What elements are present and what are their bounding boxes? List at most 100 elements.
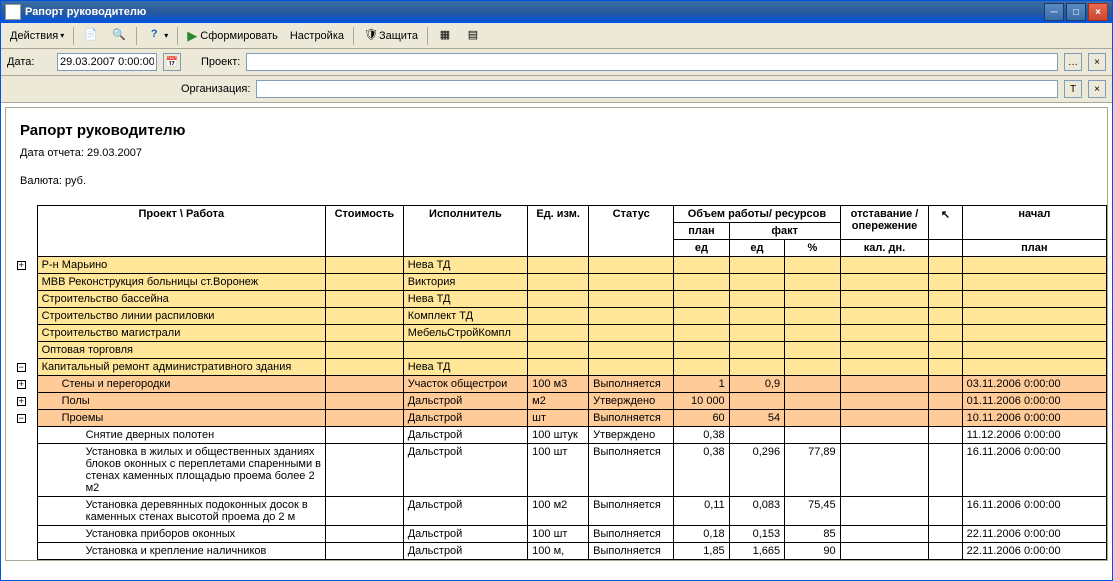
cell-unit: м2: [528, 393, 589, 410]
cell-status: Выполняется: [589, 543, 674, 560]
cell-status: Выполняется: [589, 410, 674, 427]
cell-plan: [674, 257, 729, 274]
col-start: начал: [962, 206, 1106, 240]
cell-start: 10.11.2006 0:00:00: [962, 410, 1106, 427]
cell-plan: 0,11: [674, 497, 729, 526]
tb-icon-4[interactable]: ▤: [460, 26, 486, 46]
cell-status: [589, 291, 674, 308]
tb-icon-3[interactable]: ▦: [432, 26, 458, 46]
app-icon: [5, 4, 21, 20]
cell-pct: 75,45: [785, 497, 840, 526]
org-t-button[interactable]: T: [1064, 80, 1082, 98]
cell-unit: 100 м3: [528, 376, 589, 393]
cell-factEd: [729, 427, 784, 444]
cell-factEd: 54: [729, 410, 784, 427]
table-row[interactable]: Строительство бассейнаНева ТД: [6, 291, 1107, 308]
cell-start: [962, 359, 1106, 376]
table-row[interactable]: Строительство линии распиловкиКомплект Т…: [6, 308, 1107, 325]
minimize-button[interactable]: ─: [1044, 3, 1064, 21]
search-icon: 🔍: [111, 28, 127, 44]
table-row[interactable]: Строительство магистралиМебельСтройКомпл: [6, 325, 1107, 342]
cell-unit: [528, 274, 589, 291]
settings-button[interactable]: Настройка: [285, 26, 349, 46]
help-button[interactable]: ?: [141, 26, 173, 46]
tree-toggle[interactable]: +: [17, 380, 26, 389]
date-picker-button[interactable]: 📅: [163, 53, 181, 71]
table-row[interactable]: Установка деревянных подоконных досок в …: [6, 497, 1107, 526]
cell-cost: [326, 410, 404, 427]
cell-name: Капитальный ремонт административного зда…: [37, 359, 325, 376]
cell-status: [589, 257, 674, 274]
org-clear-button[interactable]: ×: [1088, 80, 1106, 98]
generate-label: Сформировать: [200, 30, 278, 42]
tb-icon-1[interactable]: 📄: [78, 26, 104, 46]
generate-button[interactable]: ▶ Сформировать: [182, 26, 283, 46]
table-row[interactable]: Снятие дверных полотенДальстрой100 штукУ…: [6, 427, 1107, 444]
cell-caldays: [840, 274, 929, 291]
tree-toggle[interactable]: −: [17, 363, 26, 372]
cell-factEd: [729, 291, 784, 308]
col-project: Проект \ Работа: [37, 206, 325, 257]
tree-toggle[interactable]: +: [17, 397, 26, 406]
cell-name: Строительство линии распиловки: [37, 308, 325, 325]
cell-plan: [674, 308, 729, 325]
project-select-button[interactable]: …: [1064, 53, 1082, 71]
close-button[interactable]: ×: [1088, 3, 1108, 21]
cell-caldays: [840, 497, 929, 526]
tree-toggle[interactable]: +: [17, 261, 26, 270]
table-row[interactable]: Установка и крепление наличниковДальстро…: [6, 543, 1107, 560]
cell-cost: [326, 359, 404, 376]
cell-status: Выполняется: [589, 497, 674, 526]
col-plan: план: [674, 223, 729, 240]
table-row[interactable]: Установка в жилых и общественных зданиях…: [6, 444, 1107, 497]
cell-start: 16.11.2006 0:00:00: [962, 497, 1106, 526]
actions-menu[interactable]: Действия: [5, 26, 69, 46]
org-input[interactable]: [256, 80, 1058, 98]
cell-factEd: [729, 342, 784, 359]
table-row[interactable]: +ПолыДальстройм2Утверждено10 00001.11.20…: [6, 393, 1107, 410]
cell-cost: [326, 274, 404, 291]
date-input[interactable]: [57, 53, 157, 71]
table-row[interactable]: − Капитальный ремонт административного зд…: [6, 359, 1107, 376]
cell-unit: [528, 308, 589, 325]
cell-factEd: [729, 274, 784, 291]
cell-cost: [326, 376, 404, 393]
table-row[interactable]: +Стены и перегородкиУчасток общестрои100…: [6, 376, 1107, 393]
cell-exec: Участок общестрои: [403, 376, 527, 393]
cell-cost: [326, 342, 404, 359]
cell-start: 03.11.2006 0:00:00: [962, 376, 1106, 393]
project-clear-button[interactable]: ×: [1088, 53, 1106, 71]
protect-button[interactable]: 🛡Защита: [358, 26, 423, 46]
cell-start: [962, 308, 1106, 325]
cell-blank: [929, 497, 962, 526]
cell-exec: Нева ТД: [403, 359, 527, 376]
cell-cost: [326, 526, 404, 543]
col-status: Статус: [589, 206, 674, 257]
cell-start: [962, 342, 1106, 359]
cell-exec: [403, 342, 527, 359]
col-plan-ed: ед: [674, 240, 729, 257]
cell-factEd: [729, 325, 784, 342]
table-row[interactable]: +Р-н МарьиноНева ТД: [6, 257, 1107, 274]
play-icon: ▶: [187, 28, 197, 44]
cell-blank: [929, 359, 962, 376]
tb-icon-2[interactable]: 🔍: [106, 26, 132, 46]
table-row[interactable]: −ПроемыДальстройштВыполняется605410.11.2…: [6, 410, 1107, 427]
cell-start: 22.11.2006 0:00:00: [962, 543, 1106, 560]
cell-pct: [785, 427, 840, 444]
cell-exec: Виктория: [403, 274, 527, 291]
cell-factEd: 1,665: [729, 543, 784, 560]
table-row[interactable]: Оптовая торговля: [6, 342, 1107, 359]
tree-toggle[interactable]: −: [17, 414, 26, 423]
maximize-button[interactable]: □: [1066, 3, 1086, 21]
project-input[interactable]: [246, 53, 1058, 71]
table-row[interactable]: МВВ Реконструкция больницы ст.Воронеж Вик…: [6, 274, 1107, 291]
col-lag-group: отставание /опережение: [840, 206, 929, 240]
cell-cost: [326, 257, 404, 274]
cell-unit: [528, 359, 589, 376]
report-currency: Валюта: руб.: [20, 175, 1093, 187]
cell-name: МВВ Реконструкция больницы ст.Воронеж: [37, 274, 325, 291]
cell-pct: [785, 359, 840, 376]
cell-plan: [674, 342, 729, 359]
table-row[interactable]: Установка приборов оконныхДальстрой100 ш…: [6, 526, 1107, 543]
